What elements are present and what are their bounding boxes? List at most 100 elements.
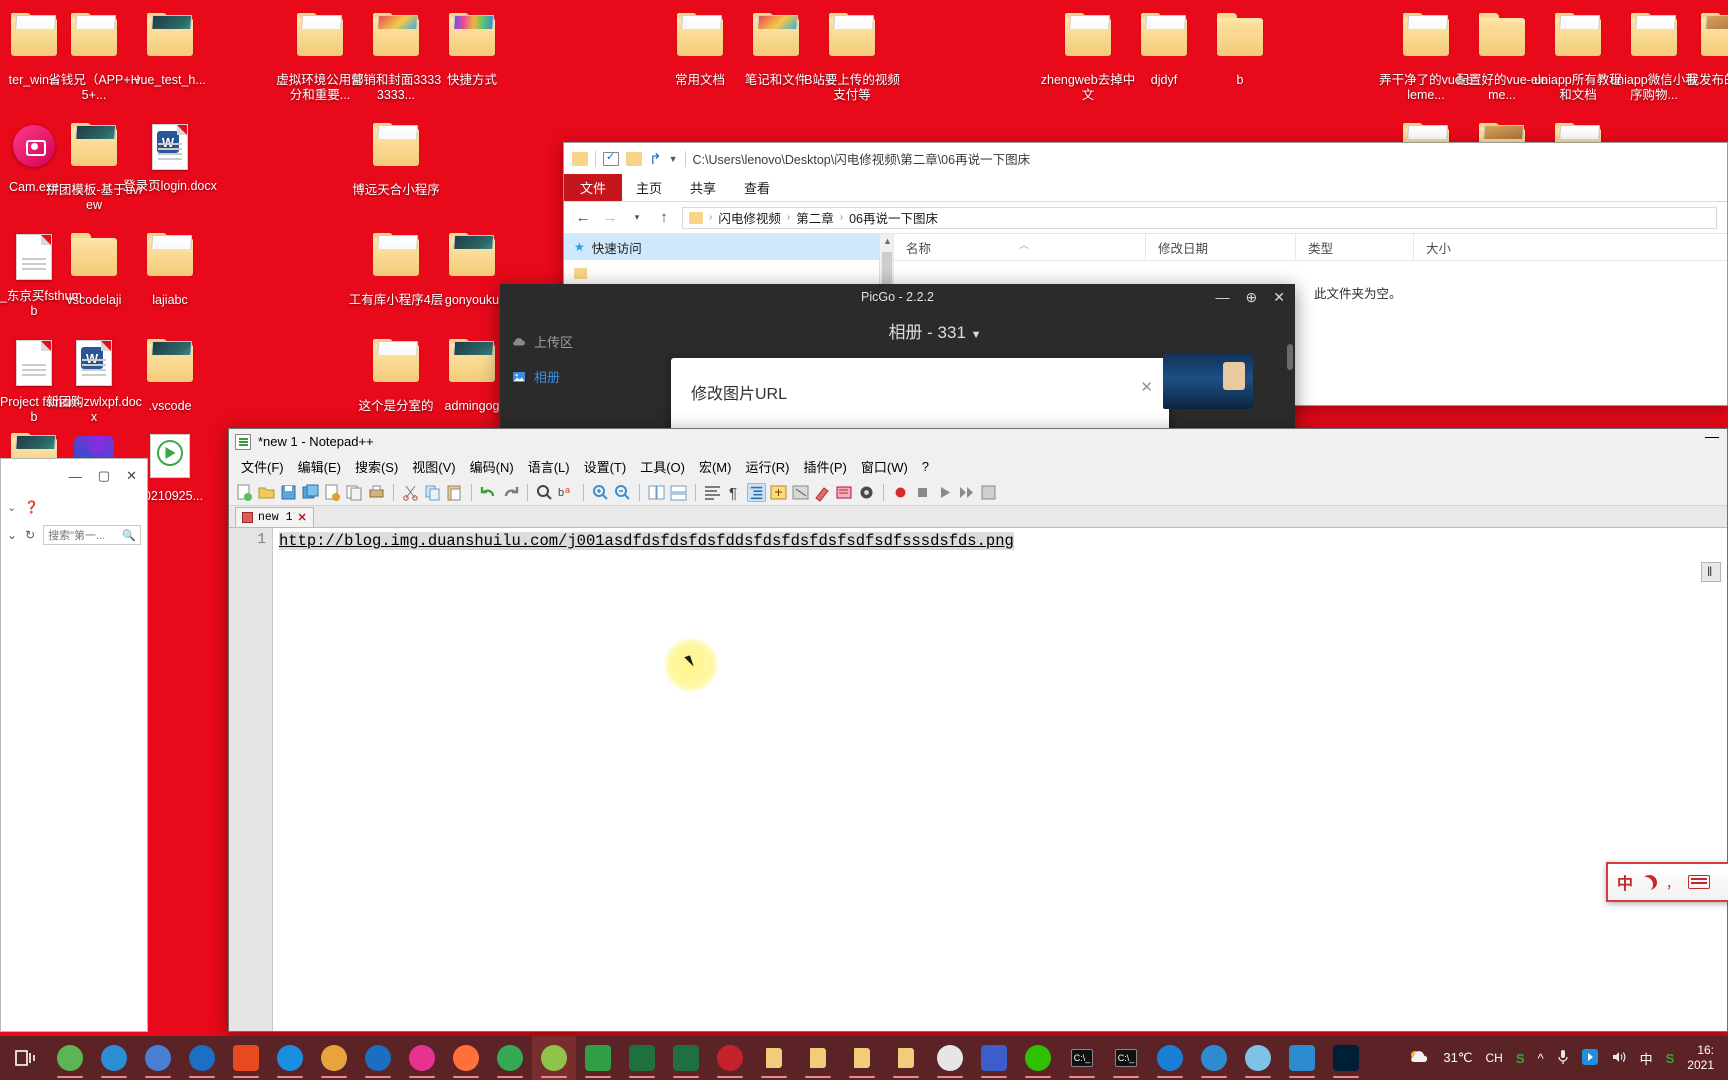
chevron-down-icon[interactable]: ▼ xyxy=(971,329,982,341)
breadcrumb-item-2[interactable]: 06再说一下图床 xyxy=(849,208,938,227)
new-folder-icon[interactable] xyxy=(626,151,642,166)
save-icon[interactable] xyxy=(279,483,298,502)
save-all-icon[interactable] xyxy=(301,483,320,502)
notepad-plus-plus-window[interactable]: *new 1 - Notepad++ 文件(F) 编辑(E) 搜索(S) 视图(… xyxy=(228,428,1728,1032)
taskbar-app-hbuilder-h[interactable] xyxy=(576,1036,620,1080)
partly-cloudy-icon[interactable] xyxy=(1408,1049,1430,1068)
mic-icon[interactable] xyxy=(1557,1049,1569,1068)
menu-settings[interactable]: 设置(T) xyxy=(578,455,633,478)
expand-all-icon[interactable] xyxy=(791,483,810,502)
paste-icon[interactable] xyxy=(445,483,464,502)
taskbar-app-cmd-1[interactable]: C:\_ xyxy=(1060,1036,1104,1080)
taskbar-app-sogou-browser[interactable] xyxy=(356,1036,400,1080)
task-view-button[interactable] xyxy=(4,1036,48,1080)
taskbar-app-folder-4[interactable] xyxy=(884,1036,928,1080)
cut-icon[interactable] xyxy=(401,483,420,502)
print-icon[interactable] xyxy=(367,483,386,502)
taskbar-app-folder-2[interactable] xyxy=(796,1036,840,1080)
close-button[interactable]: ✕ xyxy=(126,468,137,484)
taskbar-app-firefox[interactable] xyxy=(444,1036,488,1080)
search-input[interactable]: 搜索"第一... 🔍 xyxy=(43,525,141,545)
menu-tools[interactable]: 工具(O) xyxy=(634,455,691,478)
npp-tabbar[interactable]: new 1 ✕ xyxy=(229,506,1727,528)
open-file-icon[interactable] xyxy=(257,483,276,502)
taskbar-app-notepad-plus-plus[interactable] xyxy=(532,1036,576,1080)
dialog-close-icon[interactable]: ✕ xyxy=(1140,378,1153,396)
album-scrollbar[interactable] xyxy=(1287,344,1293,370)
tab-file[interactable]: 文件 xyxy=(564,174,623,201)
taskbar-app-video-player[interactable] xyxy=(1280,1036,1324,1080)
taskbar-app-vue-devtools[interactable] xyxy=(708,1036,752,1080)
breadcrumb-item-1[interactable]: 第二章 xyxy=(796,208,834,227)
background-window-left[interactable]: — ▢ ✕ ⌄ ❓ ⌄ ↻ 搜索"第一... 🔍 xyxy=(0,458,148,1032)
sidebar-item-upload[interactable]: 上传区 xyxy=(500,324,575,359)
replace-icon[interactable]: ba xyxy=(557,483,576,502)
picgo-window[interactable]: PicGo - 2.2.2 — ⊕ ✕ 上传区 相册 相册 - 331 ▼ 修改… xyxy=(500,284,1295,431)
editor-url-text[interactable]: http://blog.img.duanshuilu.com/j001asdfd… xyxy=(279,532,1014,550)
taskbar-app-xshell[interactable] xyxy=(1148,1036,1192,1080)
play-macro-icon[interactable] xyxy=(935,483,954,502)
undo-icon[interactable]: ↰ xyxy=(649,150,662,168)
clock[interactable]: 16: 2021 xyxy=(1687,1043,1714,1073)
album-heading[interactable]: 相册 - 331 ▼ xyxy=(575,310,1295,343)
column-name[interactable]: 名称 ︿ xyxy=(894,234,1146,260)
taskbar-app-chromium-blue[interactable] xyxy=(136,1036,180,1080)
chevron-up-icon[interactable]: ^ xyxy=(1538,1051,1544,1066)
taskbar[interactable]: C:\_ C:\_ 31℃ CH S ^ 中 S 16: 2021 xyxy=(0,1036,1728,1080)
sidebar-item-album[interactable]: 相册 xyxy=(500,359,575,394)
close-all-icon[interactable] xyxy=(345,483,364,502)
collapse-all-icon[interactable] xyxy=(769,483,788,502)
desktop-icon[interactable]: 我发布的课程 xyxy=(1676,8,1728,88)
npp-toolbar[interactable]: ba ¶ xyxy=(229,479,1727,506)
menu-window[interactable]: 窗口(W) xyxy=(855,455,914,478)
minimize-button[interactable]: — xyxy=(69,469,82,484)
menu-edit[interactable]: 编辑(E) xyxy=(292,455,347,478)
word-wrap-icon[interactable] xyxy=(703,483,722,502)
menu-language[interactable]: 语言(L) xyxy=(522,455,576,478)
column-type[interactable]: 类型 xyxy=(1296,234,1414,260)
comma-icon[interactable]: ， xyxy=(1666,873,1679,892)
menu-file[interactable]: 文件(F) xyxy=(235,455,290,478)
tab-share[interactable]: 共享 xyxy=(676,174,730,201)
taskbar-app-shazam-blue[interactable] xyxy=(268,1036,312,1080)
menu-help[interactable]: ? xyxy=(916,457,935,476)
breadcrumb[interactable]: › 闪电修视频 › 第二章 › 06再说一下图床 xyxy=(682,206,1717,229)
maximize-button[interactable]: ▢ xyxy=(98,468,110,484)
desktop-icon[interactable]: b xyxy=(1192,8,1288,88)
chevron-down-icon[interactable]: ⌄ xyxy=(7,501,16,514)
desktop-icon[interactable]: .vscode xyxy=(122,334,218,414)
tab-home[interactable]: 主页 xyxy=(622,174,676,201)
find-icon[interactable] xyxy=(535,483,554,502)
copy-icon[interactable] xyxy=(423,483,442,502)
sync-scroll-h-icon[interactable] xyxy=(669,483,688,502)
npp-editor[interactable]: 1 http://blog.img.duanshuilu.com/j001asd… xyxy=(229,528,1727,1031)
ime-language-label[interactable]: 中 xyxy=(1617,870,1633,894)
taskbar-app-terminal-chat[interactable] xyxy=(928,1036,972,1080)
chevron-down-icon[interactable]: ▼ xyxy=(669,154,678,164)
close-file-icon[interactable] xyxy=(323,483,342,502)
maximize-button[interactable]: ⊕ xyxy=(1246,289,1258,306)
taskbar-app-folder-3[interactable] xyxy=(840,1036,884,1080)
show-all-chars-icon[interactable]: ¶ xyxy=(725,483,744,502)
moon-icon[interactable] xyxy=(1642,875,1657,890)
save-macro-icon[interactable] xyxy=(979,483,998,502)
menu-search[interactable]: 搜索(S) xyxy=(349,455,404,478)
column-size[interactable]: 大小 xyxy=(1414,234,1534,260)
menu-encoding[interactable]: 编码(N) xyxy=(464,455,520,478)
breadcrumb-item-0[interactable]: 闪电修视频 xyxy=(718,208,781,227)
album-thumbnail[interactable] xyxy=(1163,354,1253,409)
taskbar-app-pycharm-1[interactable] xyxy=(620,1036,664,1080)
npp-menubar[interactable]: 文件(F) 编辑(E) 搜索(S) 视图(V) 编码(N) 语言(L) 设置(T… xyxy=(229,454,1727,479)
sync-scroll-v-icon[interactable] xyxy=(647,483,666,502)
volume-icon[interactable] xyxy=(1611,1050,1627,1067)
taskbar-app-windows-store[interactable] xyxy=(224,1036,268,1080)
taskbar-app-chrome-colorful[interactable] xyxy=(312,1036,356,1080)
refresh-icon[interactable]: ↻ xyxy=(25,528,35,542)
bluetooth-icon[interactable] xyxy=(1581,1048,1598,1068)
column-date[interactable]: 修改日期 xyxy=(1146,234,1296,260)
new-file-icon[interactable] xyxy=(235,483,254,502)
taskbar-app-cam-pink[interactable] xyxy=(400,1036,444,1080)
lang-indicator[interactable]: CH xyxy=(1485,1051,1502,1065)
keyboard-icon[interactable] xyxy=(1688,875,1711,889)
desktop-icon[interactable]: vue_test_h... xyxy=(122,8,218,88)
